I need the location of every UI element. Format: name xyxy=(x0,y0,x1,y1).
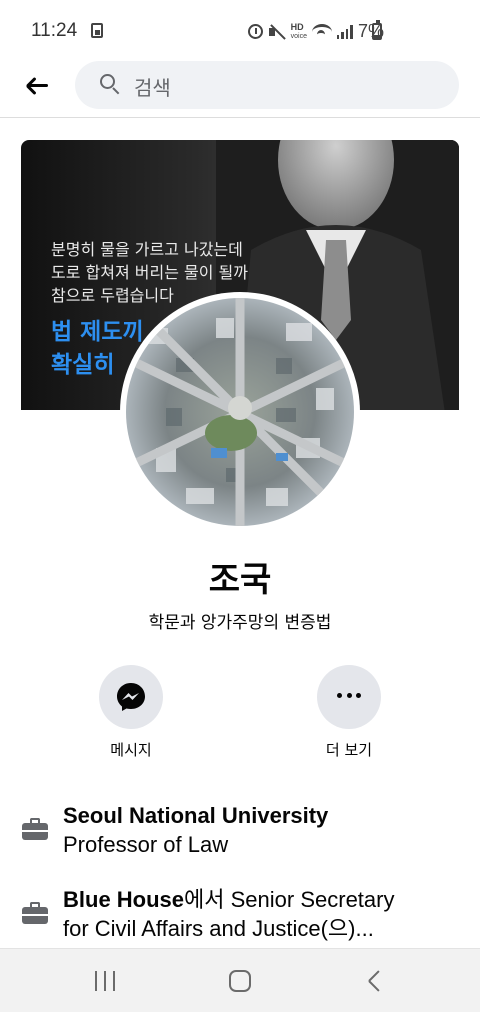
notification-icon xyxy=(91,23,103,38)
more-dots-icon xyxy=(337,693,361,701)
signal-icon xyxy=(336,24,353,39)
system-nav-bar xyxy=(0,948,480,1012)
more-label: 더 보기 xyxy=(325,741,373,759)
work-title: Blue House xyxy=(63,887,185,912)
messenger-icon xyxy=(117,683,145,711)
work-subtitle: for Civil Affairs and Justice(으)... xyxy=(63,916,374,941)
profile-avatar[interactable] xyxy=(120,292,360,532)
alarm-icon xyxy=(247,24,263,39)
search-icon xyxy=(100,74,120,95)
work-role: 에서 Senior Secretary xyxy=(184,887,395,912)
work-text: Seoul National University Professor of L… xyxy=(63,801,328,859)
top-bar: 검색 xyxy=(0,58,480,118)
hd-label: HD xyxy=(290,21,304,32)
cover-line: 분명히 물을 가르고 나갔는데 xyxy=(51,240,243,259)
cover-line: 도로 합쳐져 버리는 물이 될까 xyxy=(51,263,248,282)
message-label: 메시지 xyxy=(110,741,152,759)
search-input[interactable]: 검색 xyxy=(75,61,459,109)
work-text: Blue House에서 Senior Secretary for Civil … xyxy=(63,885,394,943)
home-icon[interactable] xyxy=(229,970,251,992)
message-button-circle[interactable] xyxy=(99,665,163,729)
status-time: 11:24 xyxy=(31,20,78,41)
more-button-circle[interactable] xyxy=(317,665,381,729)
work-title: Seoul National University xyxy=(63,803,329,828)
system-back-icon[interactable] xyxy=(365,969,385,993)
briefcase-icon xyxy=(22,818,48,840)
profile-bio: 학문과 앙가주망의 변증법 xyxy=(148,613,332,633)
more-button[interactable]: 더 보기 xyxy=(304,665,394,760)
recent-apps-icon[interactable] xyxy=(95,971,115,991)
status-icons: HD voice 7% xyxy=(247,21,384,42)
briefcase-icon xyxy=(22,902,48,924)
wifi-icon xyxy=(311,23,332,40)
work-subtitle: Professor of Law xyxy=(63,832,229,857)
aerial-city-image xyxy=(126,298,354,526)
hd-voice-icon: HD voice xyxy=(290,21,307,41)
search-placeholder: 검색 xyxy=(134,76,171,100)
battery-icon xyxy=(372,20,382,40)
mute-icon xyxy=(268,23,286,41)
status-bar: 11:24 HD voice 7% xyxy=(0,0,480,62)
cover-highlight-line: 법 제도끼 xyxy=(51,319,144,345)
message-button[interactable]: 메시지 xyxy=(86,665,176,760)
profile-name: 조국 xyxy=(208,560,272,600)
voice-label: voice xyxy=(290,32,307,40)
back-arrow-icon[interactable] xyxy=(22,70,54,102)
